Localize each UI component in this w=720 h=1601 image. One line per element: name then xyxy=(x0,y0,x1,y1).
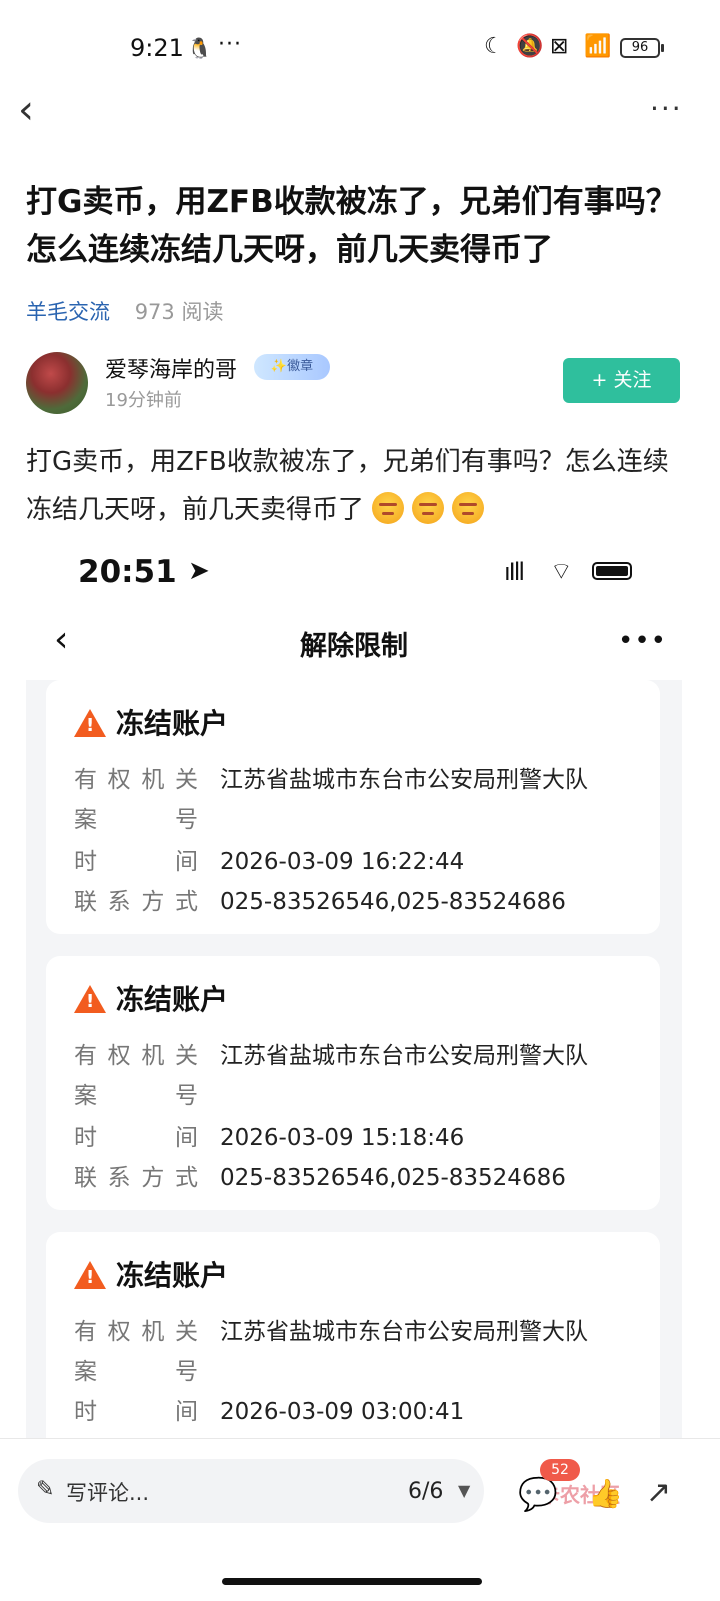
read-count: 973 阅读 xyxy=(134,300,224,324)
warning-icon xyxy=(74,985,106,1013)
time-row: 时间 2026-03-09 03:00:41 xyxy=(74,1399,465,1425)
bottom-bar: ✎ 写评论... 6/6 ▼ 卡农社区 💬 52 👍 ↗ xyxy=(0,1438,720,1601)
comment-placeholder: 写评论... xyxy=(66,1481,150,1505)
emoji-icon xyxy=(412,492,445,524)
contact-row: 联系方式 025-83526546,025-83524686 xyxy=(74,1165,566,1191)
category-link[interactable]: 羊毛交流 xyxy=(26,300,110,324)
author-name[interactable]: 爱琴海岸的哥 xyxy=(105,352,237,384)
pen-icon: ✎ xyxy=(36,1477,55,1502)
post-meta: 羊毛交流 973 阅读 xyxy=(26,296,223,326)
case-row: 案号 xyxy=(74,1359,198,1385)
more-icon: ••• xyxy=(618,626,668,656)
page-indicator[interactable]: 6/6 xyxy=(408,1479,443,1504)
card-heading: 冻结账户 xyxy=(74,1254,228,1294)
authority-row: 有权机关 江苏省盐城市东台市公安局刑警大队 xyxy=(74,1319,588,1345)
embedded-screenshot[interactable]: 20:51 ➤ ıIll ⌔ ‹ 解除限制 ••• 冻结账户 有权机关江苏省盐城… xyxy=(26,540,682,1440)
qq-icon: 🐧 xyxy=(187,36,212,60)
warning-icon xyxy=(74,709,106,737)
more-icon[interactable]: ··· xyxy=(650,92,683,125)
freeze-card: 冻结账户 有权机关江苏省盐城市东台市公安局刑警大队 案号 时间2026-03-0… xyxy=(46,680,660,934)
authority-row: 有权机关 江苏省盐城市东台市公安局刑警大队 xyxy=(74,1043,588,1069)
avatar[interactable] xyxy=(26,352,88,414)
signal-icon: ıIll xyxy=(504,558,525,586)
location-icon: ➤ xyxy=(188,556,210,586)
post-body-text: 打G卖币，用ZFB收款被冻了，兄弟们有事吗？怎么连续冻结几天呀，前几天卖得币了 xyxy=(26,447,669,525)
caret-down-icon[interactable]: ▼ xyxy=(458,1481,470,1500)
screenshot-header: 20:51 ➤ ıIll ⌔ ‹ 解除限制 ••• xyxy=(26,540,682,680)
share-icon[interactable]: ↗ xyxy=(646,1475,671,1510)
contact-row: 联系方式 025-83526546,025-83524686 xyxy=(74,889,566,915)
battery-icon: 96 xyxy=(620,38,660,58)
emoji-icon xyxy=(452,492,485,524)
post-time: 19分钟前 xyxy=(105,390,182,411)
battery-icon xyxy=(592,562,632,580)
back-icon[interactable]: ‹ xyxy=(18,90,34,130)
screenshot-title: 解除限制 xyxy=(300,631,408,662)
wifi-icon: 📶 xyxy=(584,34,612,59)
battery-tip xyxy=(661,44,664,52)
emoji-icon xyxy=(372,492,405,524)
status-time: 9:21 xyxy=(130,34,184,62)
authority-row: 有权机关 江苏省盐城市东台市公安局刑警大队 xyxy=(74,767,588,793)
time-row: 时间 2026-03-09 16:22:44 xyxy=(74,849,465,875)
more-notifications-icon: ··· xyxy=(218,32,242,57)
moon-icon: ☾ xyxy=(484,34,504,59)
user-badge-icon: ✨徽章 xyxy=(254,354,330,380)
home-indicator[interactable] xyxy=(222,1578,482,1585)
post-title: 打G卖币，用ZFB收款被冻了，兄弟们有事吗？怎么连续冻结几天呀，前几天卖得币了 xyxy=(26,184,677,268)
card-heading: 冻结账户 xyxy=(74,978,228,1018)
comment-count-badge: 52 xyxy=(540,1459,580,1481)
freeze-card: 冻结账户 有权机关江苏省盐城市东台市公安局刑警大队 案号 时间2026-03-0… xyxy=(46,956,660,1210)
post-body: 打G卖币，用ZFB收款被冻了，兄弟们有事吗？怎么连续冻结几天呀，前几天卖得币了 xyxy=(26,438,694,534)
time-row: 时间 2026-03-09 15:18:46 xyxy=(74,1125,465,1151)
follow-button[interactable]: + 关注 xyxy=(563,358,680,403)
case-row: 案号 xyxy=(74,1083,198,1109)
card-heading: 冻结账户 xyxy=(74,702,228,742)
screenshot-time: 20:51 xyxy=(78,554,177,590)
warning-icon xyxy=(74,1261,106,1289)
sim-off-icon: ⊠ xyxy=(550,34,569,59)
bell-off-icon: 🔕 xyxy=(516,34,544,59)
freeze-card: 冻结账户 有权机关江苏省盐城市东台市公安局刑警大队 案号 时间2026-03-0… xyxy=(46,1232,660,1440)
like-icon[interactable]: 👍 xyxy=(588,1477,623,1510)
status-bar: 9:21 🐧 ··· ☾ 🔕 ⊠ 📶 96 xyxy=(0,0,720,98)
comment-input[interactable]: ✎ 写评论... 6/6 ▼ xyxy=(18,1459,484,1523)
case-row: 案号 xyxy=(74,807,198,833)
wifi-icon: ⌔ xyxy=(550,557,573,585)
